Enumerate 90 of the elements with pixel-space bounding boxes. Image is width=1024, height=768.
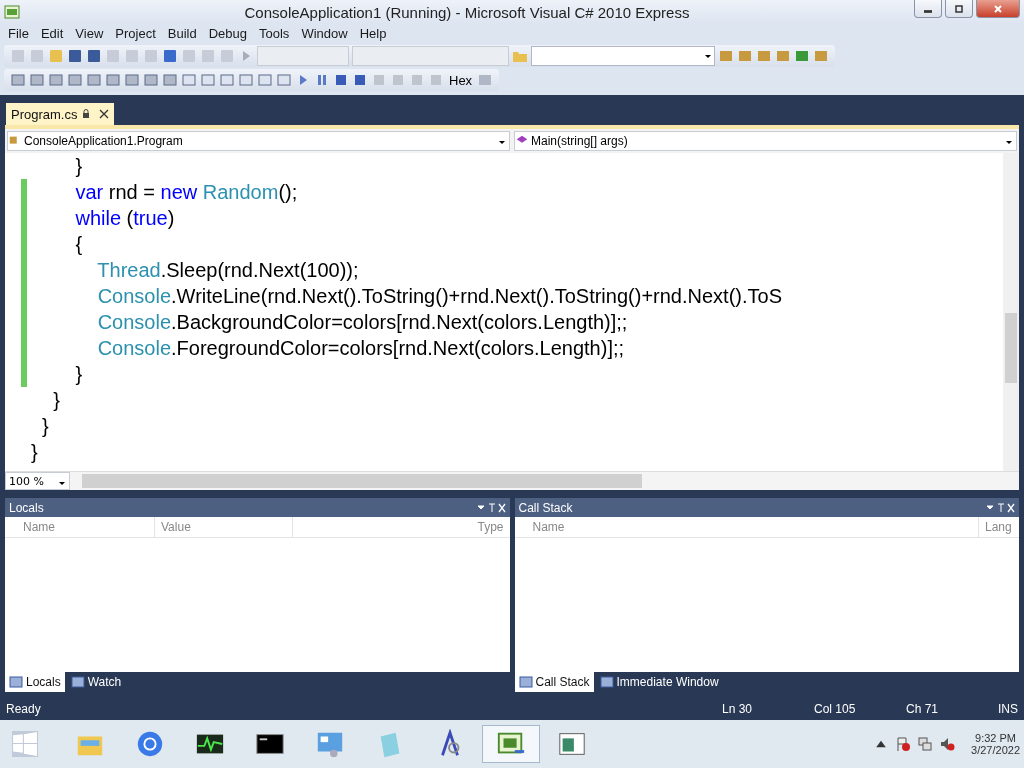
tab-icon <box>518 675 533 689</box>
app-icon <box>4 4 20 20</box>
pin-icon[interactable] <box>475 502 506 513</box>
menu-item[interactable]: File <box>2 26 35 41</box>
caret-icon <box>498 138 506 146</box>
code-line: Console.ForegroundColor=colors[rnd.Next(colors.Length)];; <box>96 336 625 360</box>
menu-item[interactable]: Help <box>353 26 393 41</box>
column-number: Col 105 <box>814 702 857 716</box>
column-header[interactable]: Name <box>526 517 979 537</box>
panel-title: Call Stack <box>518 500 573 515</box>
code-line: var rnd = new Random(); <box>74 180 298 204</box>
caret-icon <box>704 52 712 60</box>
menu-item[interactable]: Project <box>109 26 162 41</box>
panel-tab[interactable]: Immediate Window <box>595 672 723 692</box>
menu-item[interactable]: Tools <box>253 26 296 41</box>
toolbar-icon[interactable] <box>124 72 140 88</box>
window-title: ConsoleApplication1 (Running) - Microsoft Visual C# 2010 Express <box>243 3 691 21</box>
debug-icon[interactable] <box>333 72 349 88</box>
toolbar-icon[interactable] <box>86 48 102 64</box>
class-dropdown[interactable]: ConsoleApplication1.Program <box>7 131 510 151</box>
code-line: { <box>74 232 83 256</box>
code-line: Console.WriteLine(rnd.Next().ToString()+rnd.Next().ToString()+rnd.Next().ToS <box>96 284 782 308</box>
code-line: Thread.Sleep(rnd.Next(100)); <box>96 258 359 282</box>
panel-tab[interactable]: Watch <box>66 672 126 692</box>
toolbar-icon[interactable] <box>48 72 64 88</box>
close-button[interactable] <box>976 0 1020 18</box>
browser-icon[interactable] <box>135 729 165 759</box>
code-line: } <box>41 414 49 438</box>
speaker-icon[interactable] <box>939 736 956 752</box>
menu-item[interactable]: Build <box>161 26 203 41</box>
line-number: Ln 30 <box>722 702 753 716</box>
configuration-dropdown[interactable] <box>257 46 349 66</box>
horizontal-scrollbar[interactable] <box>70 472 1019 490</box>
maximize-button[interactable] <box>945 0 973 18</box>
zoom-dropdown[interactable]: 100 % <box>5 472 70 490</box>
vertical-scrollbar[interactable] <box>1003 153 1019 471</box>
member-dropdown[interactable]: Main(string[] args) <box>514 131 1017 151</box>
insert-mode: INS <box>998 702 1018 716</box>
debug-icon[interactable] <box>352 72 368 88</box>
hex-button[interactable]: Hex <box>447 72 475 88</box>
tab-icon <box>599 675 614 689</box>
maximize-icon <box>954 3 964 14</box>
toolbar-icon[interactable] <box>162 48 178 64</box>
toolbar-icon[interactable] <box>29 72 45 88</box>
char-number: Ch 71 <box>906 702 939 716</box>
toolbar-icon[interactable] <box>143 72 159 88</box>
code-line: } <box>74 154 83 178</box>
toolbar-icon[interactable] <box>794 48 810 64</box>
code-line: } <box>52 388 60 412</box>
code-line: } <box>74 362 83 386</box>
column-header[interactable]: Name <box>17 517 155 537</box>
toolbar-icon[interactable] <box>162 72 178 88</box>
column-header[interactable]: Type <box>293 517 510 537</box>
column-header[interactable]: Lang <box>979 517 1019 537</box>
document-tab[interactable]: Program.cs <box>6 103 115 125</box>
network-icon[interactable] <box>917 736 934 752</box>
lock-icon <box>82 109 91 119</box>
platform-dropdown[interactable] <box>352 46 509 66</box>
pin-icon[interactable] <box>985 502 1015 513</box>
start-button[interactable] <box>12 731 38 757</box>
toolbar-icon[interactable] <box>105 72 121 88</box>
tab-icon <box>70 675 85 689</box>
caret-icon <box>58 479 66 487</box>
toolbar-icon[interactable] <box>86 72 102 88</box>
toolbar-icon[interactable] <box>67 72 83 88</box>
menu-item[interactable]: Debug <box>202 26 253 41</box>
minimize-icon <box>924 10 932 13</box>
panel-tab[interactable]: Locals <box>5 672 65 692</box>
code-line: } <box>31 440 38 464</box>
menu-item[interactable]: Window <box>295 26 354 41</box>
minimize-button[interactable] <box>914 0 942 18</box>
clock-time: 9:32 PM <box>975 732 1016 744</box>
toolbar-icon[interactable] <box>67 48 83 64</box>
panel-title: Locals <box>9 500 44 515</box>
status-message: Ready <box>6 702 42 716</box>
close-icon[interactable] <box>99 109 110 119</box>
menu-item[interactable]: View <box>69 26 110 41</box>
toolbar-icon[interactable] <box>10 72 26 88</box>
tab-label: Program.cs <box>11 106 78 122</box>
code-line: Console.BackgroundColor=colors[rnd.Next(colors.Length)];; <box>96 310 628 334</box>
panel-tab[interactable]: Call Stack <box>514 672 594 692</box>
flag-icon[interactable] <box>895 736 912 752</box>
column-header[interactable]: Value <box>155 517 293 537</box>
clock-date: 3/27/2022 <box>971 744 1020 756</box>
menu-item[interactable]: Edit <box>34 26 70 41</box>
code-line: while (true) <box>74 206 175 230</box>
tab-icon <box>9 675 23 689</box>
find-field[interactable] <box>531 46 715 66</box>
close-icon <box>993 3 1003 14</box>
caret-icon <box>1005 138 1013 146</box>
